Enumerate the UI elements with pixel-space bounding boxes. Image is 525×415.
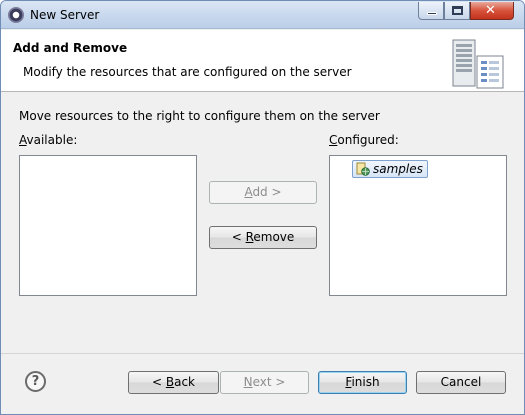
close-button[interactable]: ✕ bbox=[470, 2, 514, 20]
page-description: Modify the resources that are configured… bbox=[23, 65, 352, 79]
server-icon bbox=[452, 39, 504, 89]
new-server-dialog: New Server ✕ Add and Remove Modify the r… bbox=[0, 0, 525, 415]
add-button[interactable]: Add > bbox=[209, 181, 317, 204]
page-title: Add and Remove bbox=[13, 41, 128, 55]
instruction-text: Move resources to the right to configure… bbox=[19, 109, 380, 123]
configured-label: Configured: bbox=[329, 133, 399, 147]
remove-button[interactable]: < Remove bbox=[209, 226, 317, 249]
button-bar-separator bbox=[1, 353, 524, 354]
available-list[interactable] bbox=[19, 155, 197, 296]
close-icon: ✕ bbox=[485, 3, 496, 18]
configured-item-samples[interactable]: samples bbox=[352, 160, 428, 178]
configured-list[interactable]: samples bbox=[329, 155, 507, 296]
finish-button[interactable]: Finish bbox=[318, 371, 407, 394]
maximize-icon bbox=[452, 6, 463, 15]
back-button[interactable]: < Back bbox=[128, 371, 219, 394]
wizard-banner: Add and Remove Modify the resources that… bbox=[1, 30, 524, 92]
window-title: New Server bbox=[30, 8, 100, 22]
maximize-button[interactable] bbox=[444, 2, 470, 20]
configured-item-label: samples bbox=[373, 162, 423, 176]
eclipse-icon bbox=[8, 7, 24, 23]
help-icon[interactable]: ? bbox=[25, 371, 46, 392]
available-label: Available: bbox=[19, 133, 78, 147]
minimize-button[interactable] bbox=[418, 2, 444, 20]
minimize-icon bbox=[427, 12, 437, 15]
title-bar[interactable]: New Server ✕ bbox=[1, 1, 524, 29]
web-module-icon bbox=[356, 162, 370, 176]
next-button[interactable]: Next > bbox=[220, 371, 309, 394]
cancel-button[interactable]: Cancel bbox=[416, 371, 506, 394]
